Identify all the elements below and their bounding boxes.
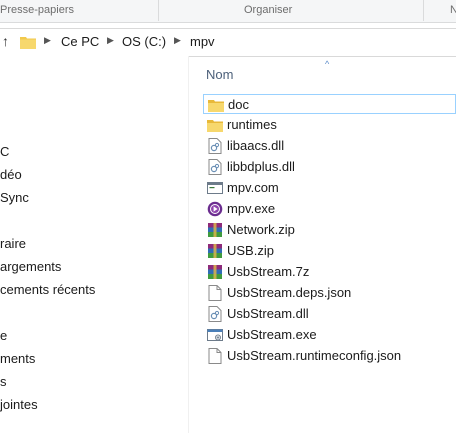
file-name: UsbStream.deps.json <box>227 285 352 300</box>
folder-icon <box>208 100 224 112</box>
breadcrumb-mpv[interactable]: mpv <box>190 34 215 49</box>
ribbon-group-labels: Presse-papiers Organiser N <box>0 0 456 23</box>
dll-file-icon <box>208 306 222 322</box>
file-row-runtimes[interactable]: runtimes <box>203 115 456 135</box>
breadcrumb-chevron-icon[interactable]: ▶ <box>107 35 114 46</box>
file-row-doc[interactable]: doc <box>203 94 456 114</box>
breadcrumb-this-pc[interactable]: Ce PC <box>61 34 99 49</box>
ribbon-separator <box>158 0 159 21</box>
file-name: UsbStream.dll <box>227 306 309 321</box>
file-name: libaacs.dll <box>227 138 285 153</box>
nav-item[interactable]: ments <box>0 351 35 366</box>
nav-item[interactable]: C <box>0 144 9 159</box>
file-name: libbdplus.dll <box>227 159 295 174</box>
up-arrow-icon[interactable]: ↑ <box>2 33 9 49</box>
file-row-usbstream-dll[interactable]: UsbStream.dll <box>203 304 456 324</box>
file-name: UsbStream.runtimeconfig.json <box>227 348 402 363</box>
address-bar[interactable]: ↑ ▶ Ce PC ▶ OS (C:) ▶ mpv <box>0 28 456 57</box>
breadcrumb-chevron-icon[interactable]: ▶ <box>44 35 51 46</box>
file-row-libaacs-dll[interactable]: libaacs.dll <box>203 136 456 156</box>
nav-item[interactable]: e <box>0 328 7 343</box>
file-name: UsbStream.exe <box>227 327 317 342</box>
nav-item[interactable]: s <box>0 374 7 389</box>
file-name: UsbStream.7z <box>227 264 310 279</box>
file-name: doc <box>228 97 249 112</box>
breadcrumb-drive-c[interactable]: OS (C:) <box>122 34 166 49</box>
ribbon-group-new: N <box>450 4 456 16</box>
nav-item[interactable]: déo <box>0 167 22 182</box>
file-row-usb-zip[interactable]: USB.zip <box>203 241 456 261</box>
ribbon-separator <box>423 0 424 21</box>
archive-icon <box>208 223 222 237</box>
nav-item[interactable]: Sync <box>0 190 29 205</box>
nav-item[interactable]: cements récents <box>0 282 95 297</box>
dll-file-icon <box>208 138 222 154</box>
ribbon-group-clipboard: Presse-papiers <box>0 4 74 16</box>
nav-item[interactable]: raire <box>0 236 26 251</box>
file-row-mpv-exe[interactable]: mpv.exe <box>203 199 456 219</box>
dll-file-icon <box>208 159 222 175</box>
nav-item[interactable]: argements <box>0 259 61 274</box>
column-header-name[interactable]: Nom <box>206 67 233 82</box>
json-file-icon <box>208 348 222 364</box>
file-row-mpv-com[interactable]: mpv.com <box>203 178 456 198</box>
file-row-usbstream-deps-json[interactable]: UsbStream.deps.json <box>203 283 456 303</box>
file-list-pane: ^ Nom doc runtimes libaacs.dll libbdplus… <box>189 56 456 433</box>
archive-icon <box>208 265 222 279</box>
exe-app-icon <box>207 329 223 341</box>
file-row-network-zip[interactable]: Network.zip <box>203 220 456 240</box>
file-name: mpv.com <box>227 180 279 195</box>
console-app-icon <box>207 182 223 194</box>
folder-icon <box>207 120 223 132</box>
file-name: runtimes <box>227 117 277 132</box>
sort-ascending-icon: ^ <box>325 59 330 69</box>
archive-icon <box>208 244 222 258</box>
file-row-libbdplus-dll[interactable]: libbdplus.dll <box>203 157 456 177</box>
nav-item[interactable]: jointes <box>0 397 38 412</box>
json-file-icon <box>208 285 222 301</box>
folder-icon <box>20 37 36 49</box>
mpv-app-icon <box>207 201 223 217</box>
file-row-usbstream-7z[interactable]: UsbStream.7z <box>203 262 456 282</box>
file-name: Network.zip <box>227 222 295 237</box>
ribbon-group-organize: Organiser <box>244 4 293 16</box>
file-name: USB.zip <box>227 243 274 258</box>
file-row-usbstream-exe[interactable]: UsbStream.exe <box>203 325 456 345</box>
file-row-usbstream-runtimeconfig-json[interactable]: UsbStream.runtimeconfig.json <box>203 346 456 366</box>
navigation-pane: C déo Sync raire argements cements récen… <box>0 56 189 433</box>
breadcrumb-chevron-icon[interactable]: ▶ <box>174 35 181 46</box>
file-name: mpv.exe <box>227 201 276 216</box>
